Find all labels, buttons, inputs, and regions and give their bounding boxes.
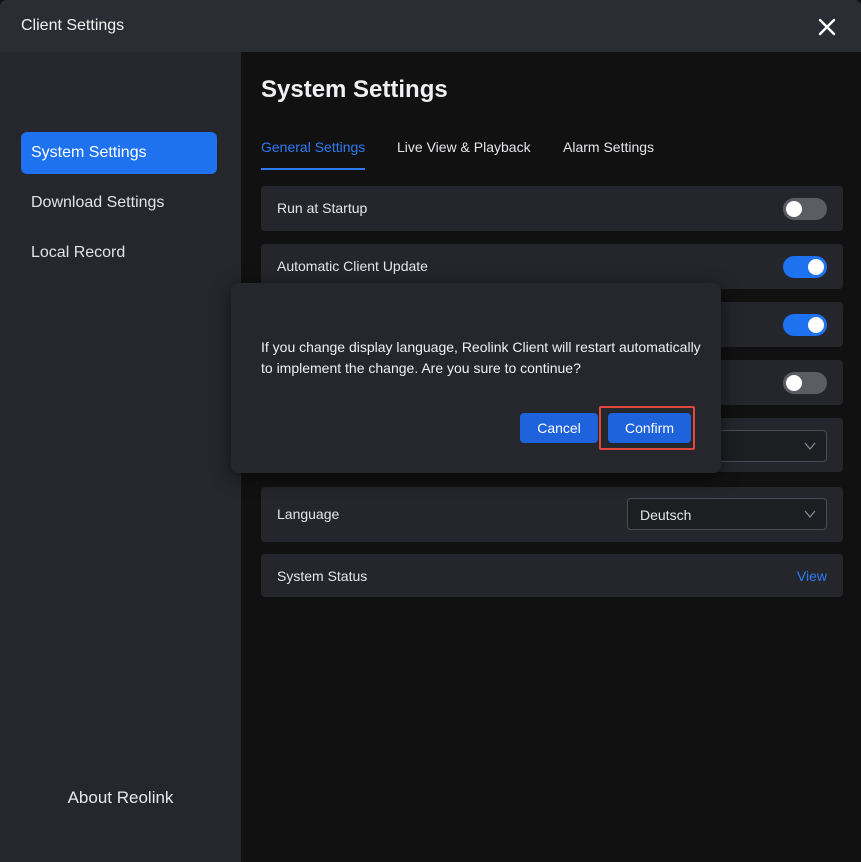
toggle-knob [808, 317, 824, 333]
sidebar-item-local-record[interactable]: Local Record [21, 232, 217, 274]
chevron-down-icon [804, 510, 816, 518]
setting-row-language: Language Deutsch [261, 487, 843, 542]
run-at-startup-label: Run at Startup [277, 200, 368, 216]
system-status-label: System Status [277, 568, 368, 584]
cancel-button[interactable]: Cancel [520, 413, 598, 443]
active-tab-indicator [261, 168, 365, 170]
system-status-view-link[interactable]: View [797, 568, 827, 584]
toggle-knob [786, 201, 802, 217]
toggle-knob [786, 375, 802, 391]
sidebar-item-system-settings[interactable]: System Settings [21, 132, 217, 174]
toggle-knob [808, 259, 824, 275]
sidebar: System Settings Download Settings Local … [0, 52, 241, 862]
confirm-highlight-box [599, 406, 695, 450]
auto-update-label: Automatic Client Update [277, 258, 428, 274]
dialog-message: If you change display language, Reolink … [261, 339, 701, 376]
language-select-value: Deutsch [640, 507, 692, 523]
about-reolink-link[interactable]: About Reolink [0, 788, 241, 808]
run-at-startup-toggle[interactable] [783, 198, 827, 220]
tab-live-view-playback[interactable]: Live View & Playback [397, 139, 531, 155]
page-title: System Settings [261, 76, 448, 103]
chevron-down-icon [804, 442, 816, 450]
window-title: Client Settings [21, 17, 125, 34]
language-select[interactable]: Deutsch [627, 498, 827, 530]
tab-general-settings[interactable]: General Settings [261, 139, 365, 155]
row4-toggle[interactable] [783, 372, 827, 394]
confirm-dialog: If you change display language, Reolink … [231, 283, 721, 473]
language-label: Language [277, 506, 340, 522]
close-icon[interactable] [812, 12, 842, 42]
row3-toggle[interactable] [783, 314, 827, 336]
setting-row-system-status: System Status View [261, 554, 843, 597]
title-bar: Client Settings [0, 0, 861, 52]
client-settings-window: Client Settings System Settings Download… [0, 0, 861, 862]
auto-update-toggle[interactable] [783, 256, 827, 278]
sidebar-item-download-settings[interactable]: Download Settings [21, 182, 217, 224]
tab-alarm-settings[interactable]: Alarm Settings [563, 139, 654, 155]
setting-row-run-at-startup: Run at Startup [261, 186, 843, 231]
